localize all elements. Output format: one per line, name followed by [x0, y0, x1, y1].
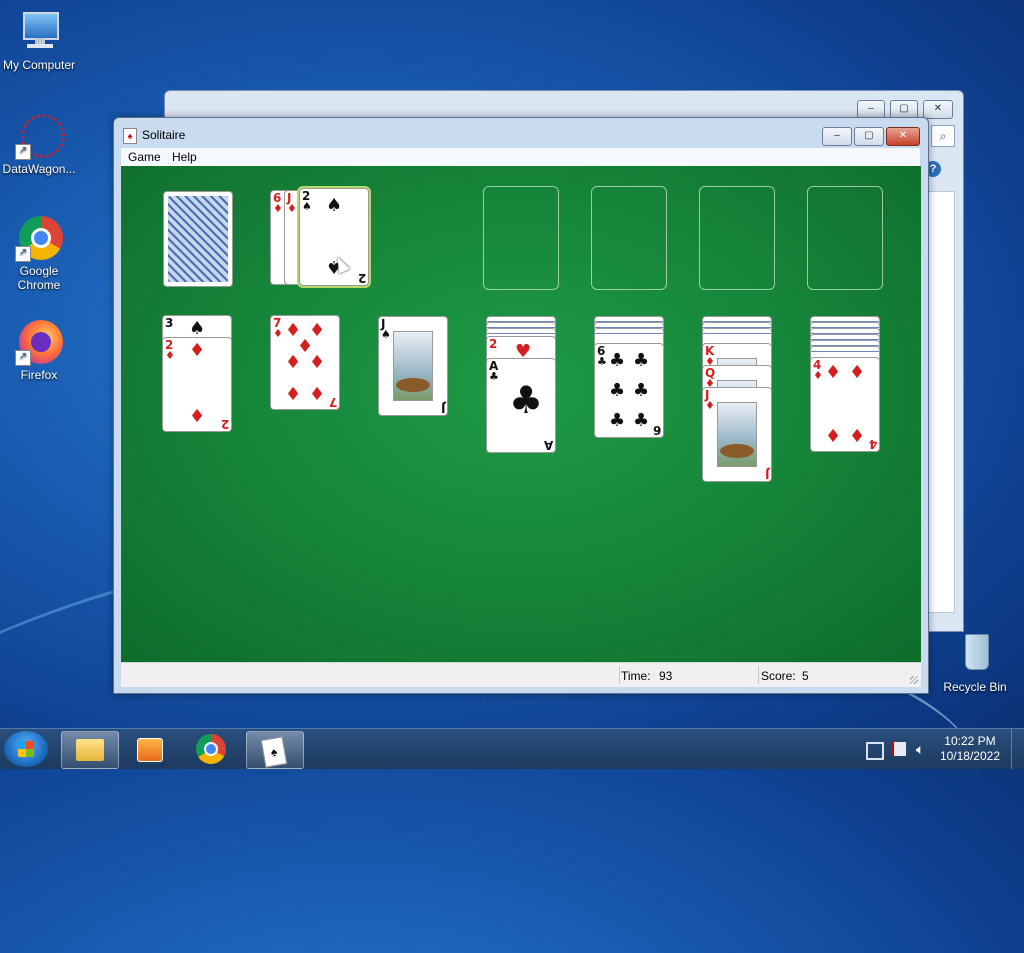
shortcut-arrow-icon: ↗ — [15, 350, 31, 366]
clock[interactable]: 10:22 PM 10/18/2022 — [940, 734, 1000, 764]
firefox-icon: ↗ — [15, 318, 63, 366]
score-value: 5 — [802, 669, 809, 683]
menu-game[interactable]: Game — [128, 150, 161, 164]
shortcut-arrow-icon: ↗ — [15, 246, 31, 262]
desktop-icon-google-chrome[interactable]: ↗ Google Chrome — [0, 214, 81, 292]
solitaire-window[interactable]: ♠ Solitaire ‒ ▢ ✕ Game Help 6 ♦ J ♦ 2 ♠ … — [113, 117, 929, 694]
desktop-icon-label: My Computer — [2, 58, 76, 72]
desktop-icon-firefox[interactable]: ↗ Firefox — [0, 318, 81, 382]
maximize-button[interactable]: ▢ — [854, 127, 884, 146]
tableau-card[interactable]: 4 ♦ ♦ ♦ ♦ ♦ 4 — [810, 357, 880, 452]
network-icon[interactable] — [866, 742, 884, 760]
menu-help[interactable]: Help — [172, 150, 197, 164]
solitaire-icon: ♠ — [260, 736, 288, 768]
desktop-icon-label: Recycle Bin — [943, 680, 1007, 694]
tableau-card[interactable]: J ♠ J — [378, 316, 448, 416]
system-tray: 🔈︎ 10:22 PM 10/18/2022 — [854, 729, 1024, 769]
tableau-card[interactable]: 2 ♦ ♦ ♦ 2 — [162, 337, 232, 432]
foundation-slot[interactable] — [699, 186, 775, 290]
menu-bar: Game Help — [121, 148, 920, 166]
clock-date: 10/18/2022 — [939, 749, 1000, 763]
folder-icon — [76, 739, 104, 761]
taskbar-solitaire-button[interactable]: ♠ — [246, 731, 304, 769]
taskbar-media-player-button[interactable] — [121, 731, 177, 767]
tableau-card[interactable]: A ♣ ♣ A — [486, 358, 556, 453]
status-divider — [758, 666, 759, 684]
score-label: Score: — [761, 669, 796, 683]
card-back-pattern — [168, 196, 228, 282]
foundation-slot[interactable] — [483, 186, 559, 290]
face-card-art — [393, 331, 433, 401]
shortcut-arrow-icon: ↗ — [15, 144, 31, 160]
solitaire-app-icon: ♠ — [123, 128, 137, 144]
clock-time: 10:22 PM — [944, 734, 996, 748]
waste-card-top[interactable]: 2 ♠ ♠ ♠ 2 — [299, 188, 369, 286]
taskbar-explorer-button[interactable] — [61, 731, 119, 769]
foundation-slot[interactable] — [807, 186, 883, 290]
time-label: Time: — [621, 669, 651, 683]
background-window-pane — [925, 191, 955, 613]
search-icon[interactable]: ⌕ — [931, 125, 955, 147]
media-player-icon — [137, 738, 163, 762]
computer-icon — [15, 8, 63, 56]
minimize-button[interactable]: ‒ — [822, 127, 852, 146]
resize-grip-icon[interactable] — [910, 676, 918, 684]
face-card-art — [717, 402, 757, 467]
volume-icon[interactable]: 🔈︎ — [916, 741, 924, 758]
desktop-icon-my-computer[interactable]: My Computer — [0, 8, 81, 72]
show-desktop-button[interactable] — [1011, 729, 1024, 769]
desktop-icon-label: Firefox — [20, 368, 58, 382]
datawagon-icon: ↗ — [15, 112, 65, 160]
taskbar: ♠ 🔈︎ 10:22 PM 10/18/2022 — [0, 728, 1024, 769]
start-button[interactable] — [4, 731, 48, 767]
desktop-icon-recycle-bin[interactable]: Recycle Bin — [933, 630, 1017, 694]
taskbar-chrome-button[interactable] — [184, 731, 240, 767]
action-center-flag-icon[interactable] — [892, 742, 906, 756]
foundation-slot[interactable] — [591, 186, 667, 290]
recycle-bin-icon — [951, 630, 999, 678]
time-value: 93 — [659, 669, 673, 683]
title-bar[interactable]: ♠ Solitaire ‒ ▢ ✕ — [114, 118, 928, 150]
game-board[interactable]: 6 ♦ J ♦ 2 ♠ ♠ ♠ 2 3 ♠ 2 ♦ ♦ ♦ 2 7 ♦ ♦ ♦ … — [121, 166, 921, 662]
tableau-card[interactable]: 6 ♣ ♣ ♣ ♣ ♣ ♣ ♣ 6 — [594, 343, 664, 438]
status-divider — [619, 666, 620, 684]
desktop-icon-label: DataWagon... — [2, 162, 76, 176]
close-button[interactable]: ✕ — [923, 100, 953, 119]
windows-logo-icon — [18, 741, 34, 757]
desktop-icon-label: Google Chrome — [17, 264, 61, 292]
tableau-card[interactable]: 7 ♦ ♦ ♦ ♦ ♦ ♦ ♦ ♦ 7 — [270, 315, 340, 410]
close-button[interactable]: ✕ — [886, 127, 920, 146]
tableau-card[interactable]: J ♦ J — [702, 387, 772, 482]
status-bar: Time: 93 Score: 5 — [121, 662, 921, 687]
window-title: Solitaire — [142, 128, 186, 142]
desktop-icon-datawagon[interactable]: ↗ DataWagon... — [0, 112, 81, 176]
chrome-icon: ↗ — [15, 214, 63, 262]
stock-pile[interactable] — [163, 191, 233, 287]
